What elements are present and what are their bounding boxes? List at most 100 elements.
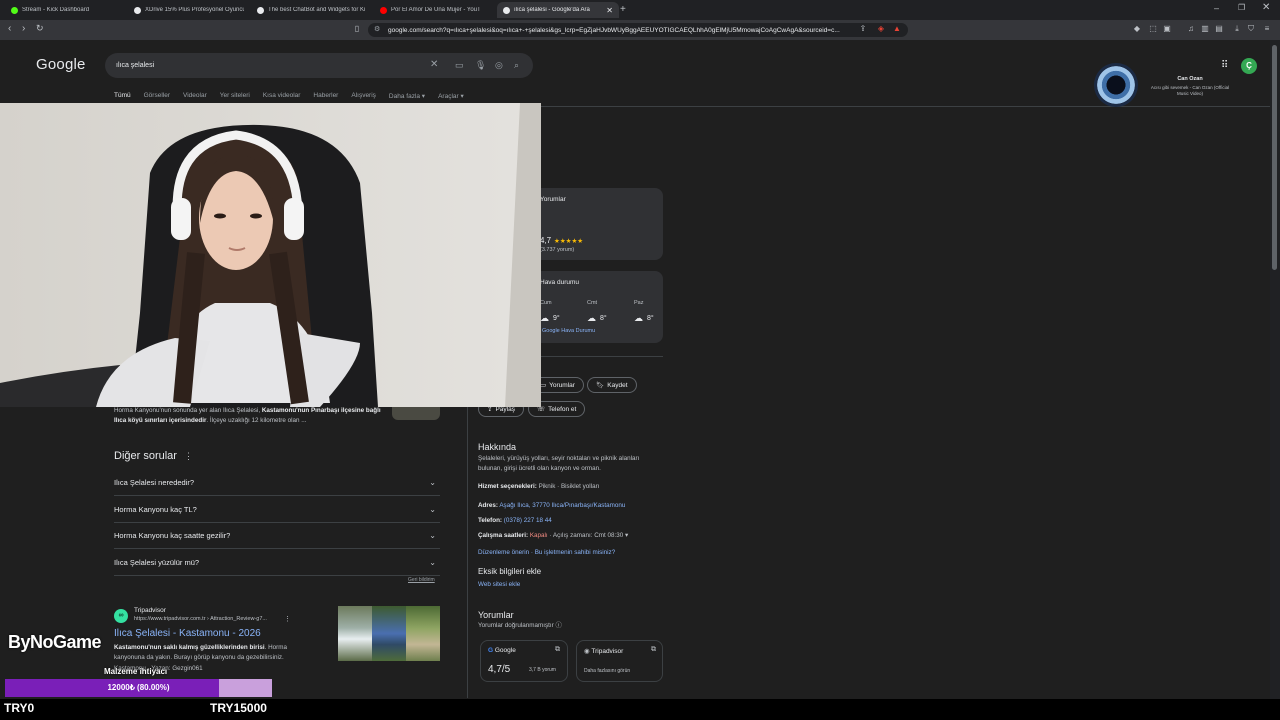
tripadvisor-more[interactable]: Daha fazlasını görün [584,668,630,674]
result-thumbnail[interactable] [392,406,440,420]
external-link-icon[interactable]: ⧉ [651,646,656,654]
download-icon[interactable]: ⤓ [1232,24,1242,34]
browser-tab[interactable]: XDrive 15% Plus Profesyonel Oyuncu [128,2,250,18]
back-icon[interactable]: ‹ [8,23,11,34]
service-row: Hizmet seçenekleri: Piknik · Bisiklet yo… [478,482,668,492]
save-chip[interactable]: 🔖︎ Kaydet [587,377,637,393]
maximize-button[interactable]: ❐ [1238,3,1245,12]
tab-title: ılıca şelalesi - Google'da Ara [514,7,590,13]
ta-desc-bold: Kastamonu'nun saklı kalmış güzelliklerin… [114,644,265,651]
tab-favicon [134,6,141,14]
chevron-down-icon[interactable]: ⌄ [429,478,436,487]
tripadvisor-label: ◉ Tripadvisor [584,647,623,655]
ta-site-name[interactable]: Tripadvisor [134,607,166,614]
tabs-icon[interactable]: ▤ [1214,24,1224,34]
rewards-icon[interactable]: ▲ [892,24,902,34]
reload-icon[interactable]: ↻ [36,23,44,34]
menu-icon[interactable]: ≡ [1262,24,1272,34]
google-g-icon: G [488,647,494,654]
close-tab-icon[interactable]: ✕ [606,6,613,15]
tripadvisor-owl-icon: ∞ [114,609,128,623]
wallet-icon[interactable]: ◆ [1132,24,1142,34]
more-options-icon[interactable]: ⋮ [284,615,291,623]
weather-temp: 8° [600,315,607,322]
bookmark-icon[interactable]: ▯ [352,24,362,34]
account-avatar[interactable]: Ç [1241,58,1257,74]
hours-row[interactable]: Çalışma saatleri: Kapalı · Açılış zamanı… [478,531,678,541]
minimize-button[interactable]: – [1214,3,1219,13]
chevron-down-icon[interactable]: ⌄ [429,505,436,514]
share-icon[interactable]: ⇪ [858,24,868,34]
google-review-name: Google [494,647,516,654]
faq-item[interactable]: Horma Kanyonu kaç saatte gezilir? ⌄ [114,523,440,549]
sidebar-icon[interactable]: ▥ [1200,24,1210,34]
goal-title: Malzeme ihtiyacı [104,667,168,676]
add-website-link[interactable]: Web sitesi ekle [478,580,520,590]
vpn-icon[interactable]: ⛉ [1246,24,1256,34]
brave-shield-icon[interactable]: ◈ [876,24,886,34]
media-icon[interactable]: ♫ [1186,24,1196,34]
lens-icon[interactable]: ◎ [495,60,503,71]
tripadvisor-name: Tripadvisor [591,648,624,655]
suggest-edit-link[interactable]: Düzenleme önerin · Bu işletmenin sahibi … [478,548,678,558]
weather-temp: 8° [647,315,654,322]
chevron-down-icon[interactable]: ⌄ [429,531,436,540]
mic-icon[interactable]: 🎙 [475,60,486,71]
new-tab-button[interactable]: + [620,4,626,15]
faq-item[interactable]: Ilıca Şelalesi yüzülür mü? ⌄ [114,550,440,576]
apps-icon[interactable]: ⠿ [1221,60,1228,71]
hours-closed: Kapalı [529,532,548,539]
faq-title: Diğer sorular [114,450,177,462]
more-options-icon[interactable]: ⋮ [184,451,193,462]
address-text: google.com/search?q=ılıca+şelalesi&oq=ıl… [388,26,840,34]
tab-title: Stream - Kick Dashboard [22,7,90,13]
faq-item[interactable]: Horma Kanyonu kaç TL? ⌄ [114,497,440,523]
phone-row: Telefon: (0378) 227 18 44 [478,516,668,526]
reviews-chip-label: Yorumlar [549,381,575,389]
site-info-icon[interactable]: ⚙ [374,25,380,33]
save-chip-label: Kaydet [607,381,628,389]
google-logo[interactable]: Google [36,56,86,73]
browser-tab[interactable]: Stream - Kick Dashboard [5,2,127,18]
browser-tab[interactable]: The best ChatBot and Widgets for Ki [251,2,373,18]
faq-item[interactable]: Ilıca Şelalesi nerededir? ⌄ [114,470,440,496]
extension-icon[interactable]: ⬚ [1148,24,1158,34]
bookmark-chip-icon: 🔖︎ [596,382,605,389]
close-window-button[interactable]: ✕ [1262,2,1270,13]
search-icon[interactable]: ⌕ [514,60,519,71]
reviews-title: Yorumlar [478,610,514,620]
address-bar[interactable]: ⚙ google.com/search?q=ılıca+şelalesi&oq=… [368,23,908,37]
google-score: 4,7/5 [488,664,511,675]
browser-tab[interactable]: Por El Amor De Una Mujer - YouT [374,2,496,18]
service-value: Piknik · Bisiklet yolları [538,483,600,490]
missing-title: Eksik bilgileri ekle [478,567,542,576]
phone-value[interactable]: (0378) 227 18 44 [504,517,552,524]
reviews-count: (3.737 yorum) [540,247,575,253]
ta-result-title[interactable]: Ilıca Şelalesi - Kastamonu - 2026 [114,628,261,639]
snippet-part: . İlçeye uzaklığı 12 kilometre olan ... [206,417,307,424]
browser-tab[interactable]: ılıca şelalesi - Google'da Ara ✕ [497,2,619,18]
ta-photo-waterfall[interactable] [338,606,372,661]
ta-photo-person[interactable] [372,606,406,661]
search-input[interactable]: ılıca şelalesi [105,53,533,78]
keyboard-icon[interactable]: ▭ [455,60,464,71]
weather-link[interactable]: Google Hava Durumu [542,328,595,334]
external-link-icon[interactable]: ⧉ [555,646,560,654]
hours-rest: · Açılış zamanı: Cmt 08:30 ▾ [547,532,629,539]
weather-title: Hava durumu [540,279,580,286]
forward-icon[interactable]: › [22,23,25,34]
feedback-link[interactable]: Geri bildirim [408,577,435,583]
music-avatar[interactable] [1094,63,1138,107]
rain-cloud-icon: ☁ [540,313,549,323]
address-value[interactable]: Aşağı Ilıca, 37770 Ilıca/Pınarbaşı/Kasta… [499,502,625,509]
ta-photo-trail[interactable] [406,606,440,661]
address-label: Adres: [478,502,498,509]
rating-value: 4,7 [540,236,552,245]
webcam-feed [0,103,541,407]
clear-icon[interactable]: ✕ [430,59,438,70]
chevron-down-icon[interactable]: ⌄ [429,558,436,567]
ta-url[interactable]: https://www.tripadvisor.com.tr › Attract… [134,616,267,622]
scrollbar-thumb[interactable] [1272,45,1277,270]
reviews-label: Yorumlar [540,196,566,203]
screenshot-icon[interactable]: ▣ [1162,24,1172,34]
